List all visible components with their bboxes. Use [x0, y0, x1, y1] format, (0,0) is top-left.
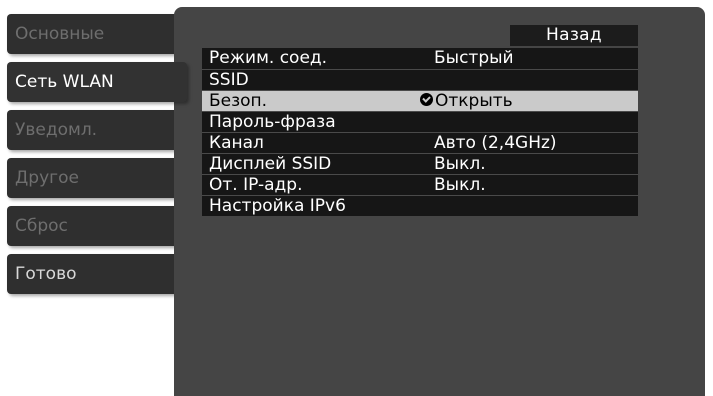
tab-other[interactable]: Другое: [7, 158, 182, 198]
tab-wlan-label: Сеть WLAN: [15, 72, 114, 92]
row-connection-mode-label: Режим. соед.: [209, 48, 328, 68]
row-ssid-label: SSID: [209, 70, 249, 90]
row-channel-label: Канал: [209, 133, 264, 153]
row-ipv6-settings[interactable]: Настройка IPv6: [202, 195, 638, 216]
tab-basic[interactable]: Основные: [7, 14, 182, 54]
row-channel-value: Авто (2,4GHz): [434, 133, 557, 153]
row-ip-display-value: Выкл.: [434, 175, 486, 195]
row-ssid-display[interactable]: Дисплей SSID Выкл.: [202, 153, 638, 174]
tab-done[interactable]: Готово: [7, 254, 182, 294]
row-passphrase-label: Пароль-фраза: [209, 112, 336, 132]
tab-reset[interactable]: Сброс: [7, 206, 182, 246]
tab-wlan[interactable]: Сеть WLAN: [7, 62, 187, 102]
row-ipv6-settings-label: Настройка IPv6: [209, 196, 346, 216]
row-ssid-display-value: Выкл.: [434, 154, 486, 174]
tab-notifications[interactable]: Уведомл.: [7, 110, 182, 150]
row-passphrase[interactable]: Пароль-фраза: [202, 111, 638, 132]
row-security-label: Безоп.: [209, 91, 268, 111]
row-security-value: Открыть: [435, 91, 513, 111]
row-connection-mode-value: Быстрый: [434, 48, 514, 68]
row-security[interactable]: Безоп. Открыть: [202, 90, 638, 111]
row-ssid[interactable]: SSID: [202, 69, 638, 90]
tab-basic-label: Основные: [15, 24, 105, 44]
tab-reset-label: Сброс: [15, 216, 68, 236]
tab-notifications-label: Уведомл.: [15, 120, 98, 140]
row-ip-display-label: От. IP-адр.: [209, 175, 303, 195]
sidebar-menu: Основные Сеть WLAN Уведомл. Другое Сброс…: [0, 0, 190, 396]
row-ssid-display-label: Дисплей SSID: [209, 154, 332, 174]
tab-other-label: Другое: [15, 168, 79, 188]
row-connection-mode[interactable]: Режим. соед. Быстрый: [202, 48, 638, 69]
checkmark-circle-icon: [420, 93, 433, 106]
row-channel[interactable]: Канал Авто (2,4GHz): [202, 132, 638, 153]
tab-done-label: Готово: [15, 264, 77, 284]
settings-list: Режим. соед. Быстрый SSID Безоп. Открыть…: [202, 48, 638, 216]
back-button[interactable]: Назад: [510, 25, 638, 46]
row-security-value-wrap: Открыть: [420, 91, 513, 112]
row-ip-display[interactable]: От. IP-адр. Выкл.: [202, 174, 638, 195]
